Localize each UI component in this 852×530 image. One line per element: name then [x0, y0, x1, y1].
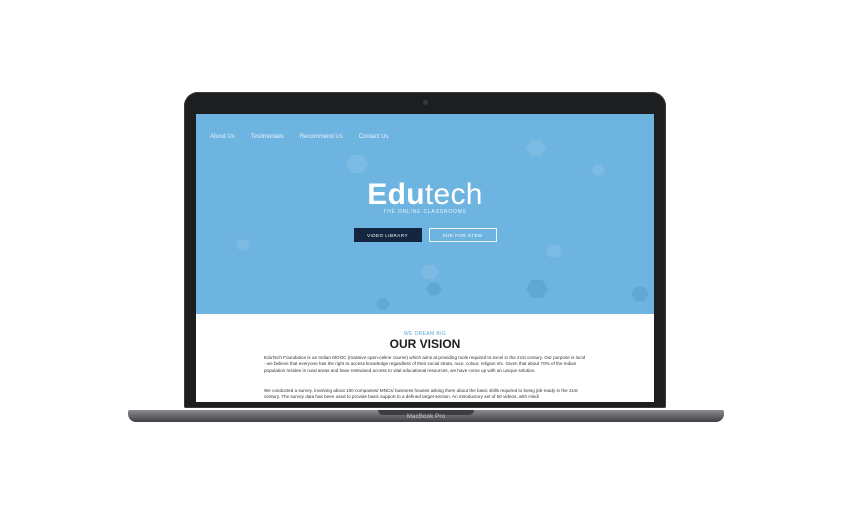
laptop-lid: About Us Testimonials Recommend Us Conta… — [184, 92, 666, 408]
vision-section: WE DREAM BIG OUR VISION EduTech Foundati… — [196, 314, 654, 402]
laptop-screen: About Us Testimonials Recommend Us Conta… — [196, 114, 654, 402]
laptop-mockup: About Us Testimonials Recommend Us Conta… — [128, 92, 724, 432]
hero-section: About Us Testimonials Recommend Us Conta… — [196, 114, 654, 314]
nav-recommend-us[interactable]: Recommend Us — [300, 134, 343, 140]
hexagon-decoration — [526, 139, 546, 157]
hexagon-decoration — [421, 264, 439, 280]
hexagon-decoration — [526, 280, 548, 298]
logo-tagline: THE ONLINE CLASSROOMS — [383, 209, 467, 215]
she-for-stem-button[interactable]: SHE FOR STEM — [428, 228, 497, 242]
hexagon-decoration — [376, 298, 390, 310]
hexagon-decoration — [591, 164, 605, 176]
video-library-button[interactable]: VIDEO LIBRARY — [353, 228, 422, 242]
hero-buttons: VIDEO LIBRARY SHE FOR STEM — [196, 228, 654, 242]
hexagon-decoration — [546, 244, 562, 258]
edutech-logo: Edutech THE ONLINE CLASSROOMS — [196, 178, 654, 216]
nav-about-us[interactable]: About Us — [210, 134, 235, 140]
nav-contact-us[interactable]: Contact Us — [359, 134, 389, 140]
hexagon-decoration — [346, 155, 368, 173]
camera-icon — [423, 100, 428, 105]
vision-paragraph-1: EduTech Foundation is an Indian MOOC (ma… — [264, 355, 586, 373]
hexagon-decoration — [426, 282, 442, 296]
logo-wordmark: Edutech — [367, 178, 483, 211]
top-nav: About Us Testimonials Recommend Us Conta… — [210, 134, 388, 140]
laptop-base: MacBook Pro — [128, 410, 724, 422]
device-label: MacBook Pro — [406, 414, 446, 420]
vision-paragraph-2: We conducted a survey, involving about 1… — [264, 388, 578, 400]
hexagon-decoration — [631, 286, 649, 302]
vision-title: OUR VISION — [389, 337, 461, 351]
nav-testimonials[interactable]: Testimonials — [251, 134, 284, 140]
